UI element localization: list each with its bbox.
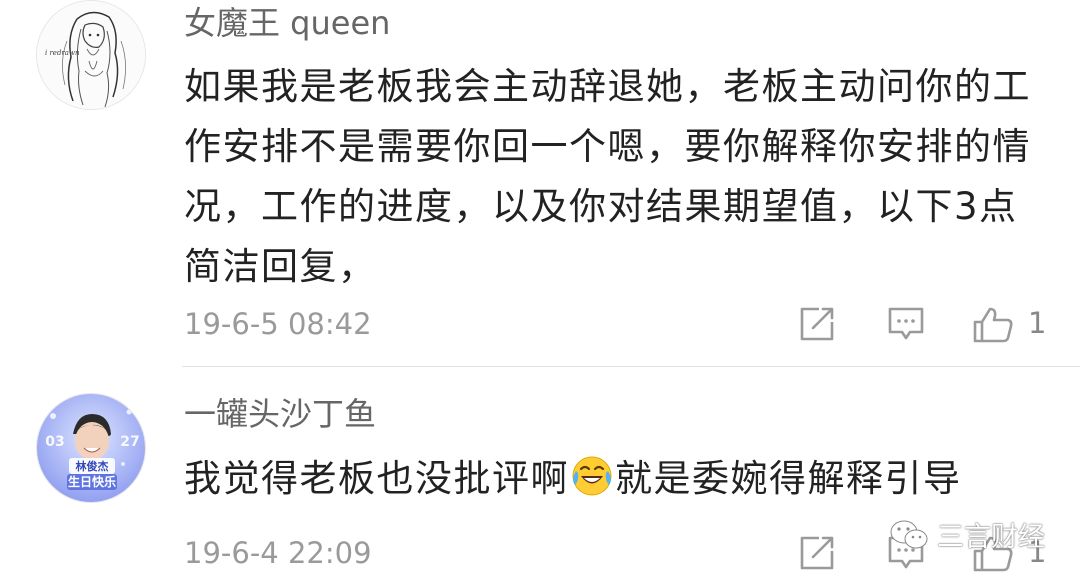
- comment-text-part: 就是委婉得解释引导: [615, 457, 962, 500]
- avatar-greeting: 生日快乐: [68, 474, 116, 489]
- comment-item: i redrawn 女魔王 queen 如果我是老板我会主动辞退她，老板主动问你…: [0, 0, 1080, 366]
- wechat-official-account-icon: [890, 520, 928, 548]
- share-icon[interactable]: [799, 306, 835, 346]
- username[interactable]: 女魔王 queen: [184, 3, 390, 43]
- thumbs-up-icon[interactable]: [972, 306, 1014, 348]
- watermark: 三言财经: [889, 515, 1045, 554]
- comment-text: 我觉得老板也没批评啊 就是委婉得解释引导: [184, 449, 1034, 515]
- avatar-name: 林俊杰: [76, 459, 109, 473]
- comment-text: 如果我是老板我会主动辞退她，老板主动问你的工作安排不是需要你回一个嗯，要你解释你…: [184, 65, 1031, 288]
- avatar-number-right: 27: [120, 434, 139, 450]
- avatar-number-left: 03: [45, 434, 64, 450]
- username[interactable]: 一罐头沙丁鱼: [184, 394, 376, 434]
- birthday-portrait-icon: 林俊杰 生日快乐 03 27: [37, 394, 145, 502]
- comment-timestamp: 19-6-4 22:09: [184, 536, 372, 570]
- like-count: 1: [1028, 306, 1047, 340]
- comment-text-part: 我觉得老板也没批评啊: [184, 457, 569, 500]
- share-icon[interactable]: [799, 535, 835, 575]
- comment-timestamp: 19-6-5 08:42: [184, 307, 372, 341]
- user-avatar[interactable]: 林俊杰 生日快乐 03 27: [36, 393, 146, 503]
- avatar-caption: i redrawn: [45, 49, 80, 57]
- watermark-label: 三言财经: [937, 522, 1045, 553]
- laughing-tears-emoji-icon: [571, 455, 613, 515]
- user-avatar[interactable]: i redrawn: [36, 0, 146, 110]
- reply-comment-icon[interactable]: [887, 306, 925, 346]
